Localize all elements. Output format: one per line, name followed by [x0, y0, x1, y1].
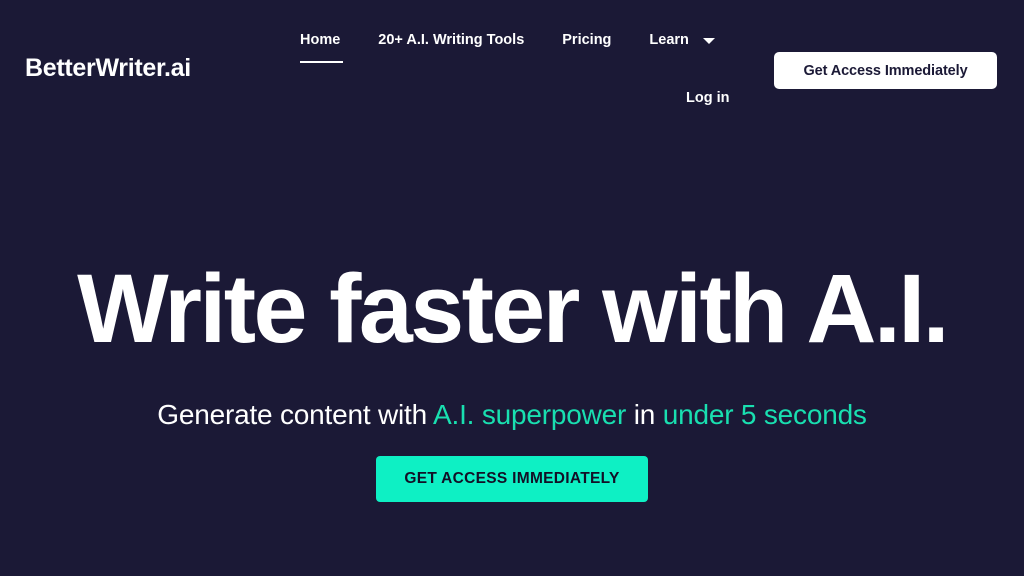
brand-logo[interactable]: BetterWriter.ai: [25, 56, 191, 81]
login-link[interactable]: Log in: [686, 91, 730, 106]
chevron-down-icon[interactable]: [702, 38, 715, 45]
hero-headline: Write faster with A.I.: [77, 254, 949, 363]
hero-sub-part-1: Generate content with: [157, 399, 434, 430]
hero-sub-part-2: in: [626, 399, 663, 430]
nav-item-writing-tools[interactable]: 20+ A.I. Writing Tools: [378, 33, 524, 48]
header-get-access-button[interactable]: Get Access Immediately: [774, 52, 997, 89]
nav-item-learn[interactable]: Learn: [649, 33, 715, 48]
nav-active-indicator: [300, 61, 343, 63]
nav-item-home-label: Home: [300, 32, 341, 48]
nav-item-writing-tools-label: 20+ A.I. Writing Tools: [378, 32, 525, 48]
nav-item-learn-label: Learn: [649, 32, 689, 48]
nav-item-home[interactable]: Home: [300, 32, 343, 63]
hero-sub-highlight-2: under 5 seconds: [662, 399, 867, 430]
hero-sub-highlight-1: A.I. superpower: [433, 399, 627, 430]
hero-subheadline: Generate content with A.I. superpower in…: [0, 397, 1024, 432]
nav-item-pricing-label: Pricing: [562, 32, 612, 48]
site-header: BetterWriter.ai Home 20+ A.I. Writing To…: [0, 0, 1024, 130]
nav-item-pricing[interactable]: Pricing: [562, 33, 611, 48]
hero-get-access-button[interactable]: GET ACCESS IMMEDIATELY: [376, 456, 648, 502]
main-navigation: Home 20+ A.I. Writing Tools Pricing Lear…: [300, 32, 715, 63]
